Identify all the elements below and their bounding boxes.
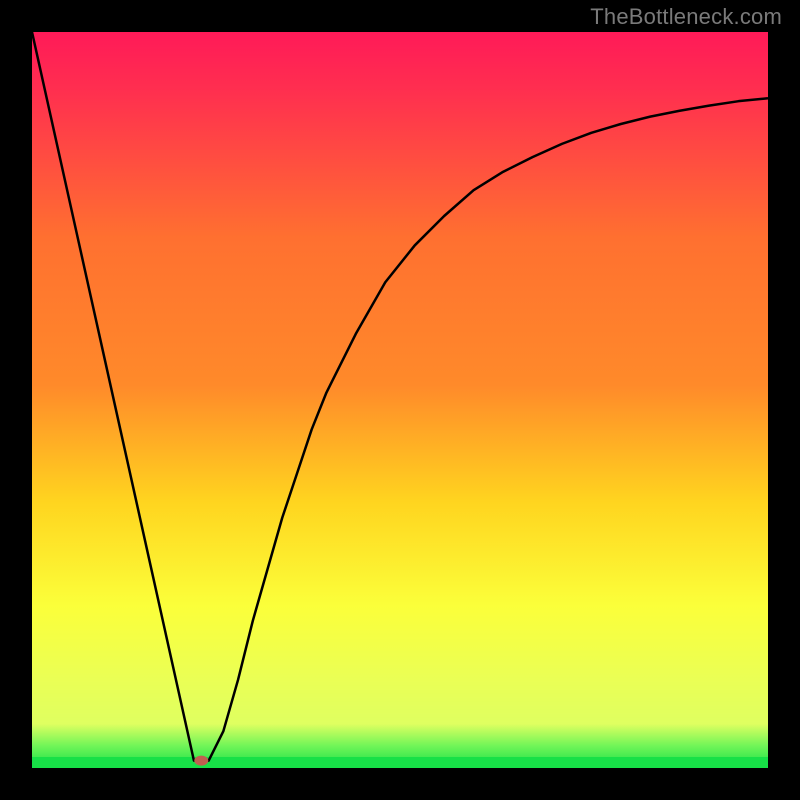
optimal-point-marker xyxy=(194,756,208,766)
bottleneck-chart: TheBottleneck.com xyxy=(0,0,800,800)
chart-svg xyxy=(0,0,800,800)
plot-background xyxy=(32,32,768,768)
green-baseline-strip xyxy=(32,757,768,768)
watermark-text: TheBottleneck.com xyxy=(590,4,782,30)
